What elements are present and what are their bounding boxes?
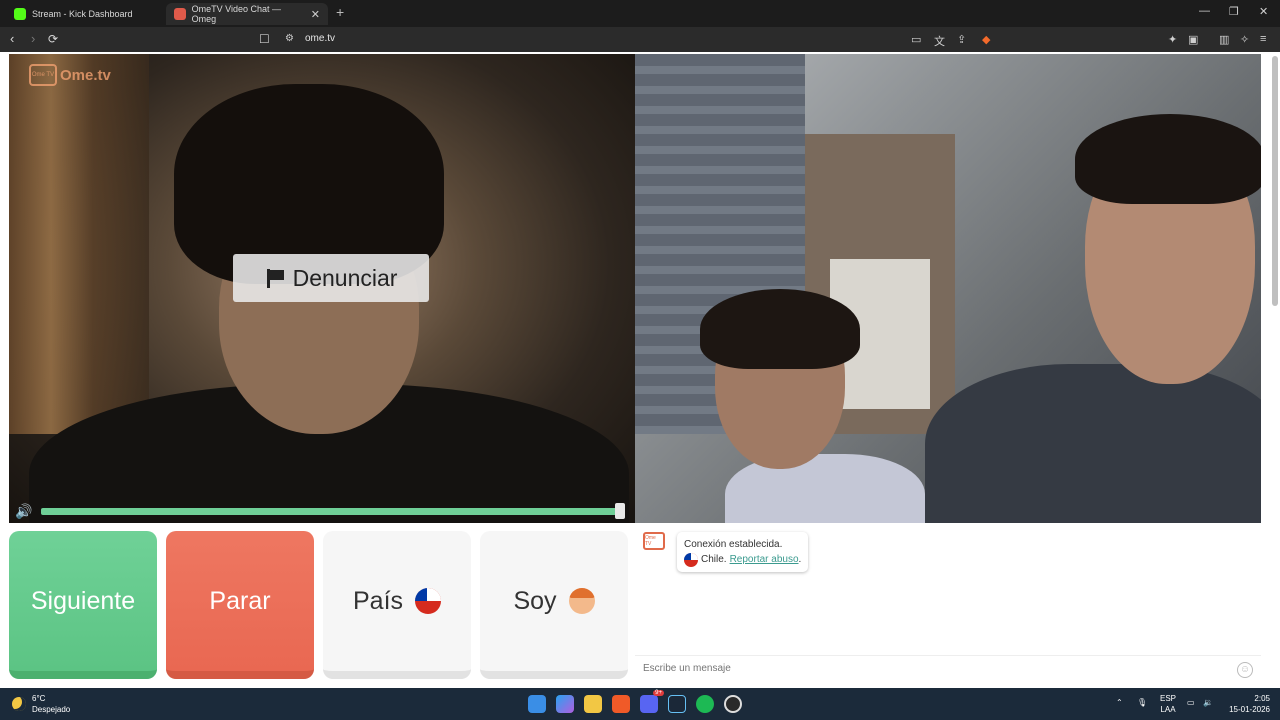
spotify-icon[interactable] xyxy=(696,695,714,713)
weather-widget[interactable]: 6°C Despejado xyxy=(12,693,70,715)
gender-button[interactable]: Soy xyxy=(480,531,628,679)
lang-top: ESP xyxy=(1160,694,1177,703)
cast-icon[interactable]: ▭ xyxy=(911,33,921,46)
file-explorer-icon[interactable] xyxy=(584,695,602,713)
ometv-logo-text: Ome.tv xyxy=(60,66,111,84)
new-tab-icon[interactable]: + xyxy=(336,4,344,20)
clock-time: 2:05 xyxy=(1254,694,1270,703)
volume-slider-handle[interactable] xyxy=(615,503,625,519)
volume-control: 🔊 xyxy=(9,501,635,523)
url-field[interactable]: ome.tv xyxy=(305,33,335,44)
minimize-icon[interactable]: — xyxy=(1199,5,1210,17)
message-composer: ☺ xyxy=(635,655,1261,685)
volume-tray-icon[interactable]: 🔉 xyxy=(1203,697,1213,708)
tray-overflow-icon[interactable]: ⌃ xyxy=(1116,697,1123,708)
gender-button-label: Soy xyxy=(513,586,557,615)
volume-slider[interactable] xyxy=(41,508,623,515)
remote-person2-shirt xyxy=(925,364,1261,523)
network-icon[interactable]: ▭ xyxy=(1187,697,1195,708)
country-button-label: País xyxy=(352,586,404,615)
next-button[interactable]: Siguiente xyxy=(9,531,157,679)
forward-icon[interactable]: › xyxy=(31,31,35,46)
report-abuse-suffix: . xyxy=(798,554,802,565)
weather-desc: Despejado xyxy=(32,705,71,714)
clock-date: 15-01-2026 xyxy=(1229,705,1270,714)
report-button[interactable]: Denunciar xyxy=(233,254,429,302)
next-button-label: Siguiente xyxy=(30,586,136,615)
ometv-chat-logo-icon: Ome TV xyxy=(643,532,665,550)
tab-ometv[interactable]: OmeTV Video Chat — Omeg ✕ xyxy=(166,3,328,25)
wallet-icon[interactable]: ▣ xyxy=(1188,33,1198,46)
weather-temp: 6°C xyxy=(32,694,46,703)
stop-button-label: Parar xyxy=(209,586,271,615)
boy-emoji-icon xyxy=(568,588,595,614)
tab-label: OmeTV Video Chat — Omeg xyxy=(191,4,282,24)
language-indicator[interactable]: ESP LAA xyxy=(1160,693,1176,715)
remote-person2-hair xyxy=(1075,114,1261,204)
maximize-icon[interactable]: ❐ xyxy=(1229,5,1239,18)
clock[interactable]: 2:05 15-01-2026 xyxy=(1226,693,1270,715)
brave-shield-icon[interactable]: ◆ xyxy=(982,33,990,46)
steam-icon[interactable] xyxy=(668,695,686,713)
country-button[interactable]: País xyxy=(323,531,471,679)
system-message: Conexión establecida. Chile. Reportar ab… xyxy=(677,532,809,572)
extensions-icon[interactable]: ✦ xyxy=(1168,33,1177,46)
taskbar-apps: 9+ xyxy=(528,690,742,713)
kick-icon xyxy=(14,8,26,20)
ometv-page: Ome TV Ome.tv Denunciar 🔊 Siguiente Para… xyxy=(0,52,1280,688)
chile-flag-icon xyxy=(415,588,442,614)
discord-badge: 9+ xyxy=(653,690,664,696)
report-label: Denunciar xyxy=(292,264,398,291)
menu-icon[interactable]: ≡ xyxy=(1260,33,1266,45)
chat-panel: Ome TV Conexión establecida. Chile. Repo… xyxy=(635,524,1261,688)
close-window-icon[interactable]: ✕ xyxy=(1259,5,1268,18)
translate-icon[interactable]: 文 xyxy=(934,33,945,49)
site-info-icon[interactable]: ⚙ xyxy=(285,33,294,44)
tab-label: Stream - Kick Dashboard xyxy=(32,9,133,19)
address-bar: ‹ › ⟳ ☐ ⚙ ome.tv ▭ 文 ⇪ ◆ ✦ ▣ ▥ ✧ ≡ xyxy=(0,27,1280,52)
ometv-logo: Ome TV Ome.tv xyxy=(29,64,111,86)
ometv-logo-icon: Ome TV xyxy=(29,64,57,86)
partner-country-line: Chile. Reportar abuso. xyxy=(684,552,801,567)
partner-country: Chile. xyxy=(701,554,727,565)
share-icon[interactable]: ⇪ xyxy=(957,33,966,46)
back-icon[interactable]: ‹ xyxy=(10,31,14,46)
local-video-wall xyxy=(9,54,149,434)
stop-button[interactable]: Parar xyxy=(166,531,314,679)
page-scrollbar[interactable] xyxy=(1272,56,1278,306)
obs-icon[interactable] xyxy=(724,695,742,713)
message-input[interactable] xyxy=(643,663,1223,674)
windows-taskbar: 6°C Despejado 9+ ⌃ 🎙 ESP LAA ▭ 🔉 2:05 15… xyxy=(0,688,1280,720)
sidebar-icon[interactable]: ▥ xyxy=(1219,33,1229,46)
local-video: Ome TV Ome.tv Denunciar xyxy=(9,54,635,523)
flag-icon xyxy=(265,268,285,288)
lang-bottom: LAA xyxy=(1160,705,1176,714)
reload-icon[interactable]: ⟳ xyxy=(48,32,58,46)
close-tab-icon[interactable]: ✕ xyxy=(311,8,320,21)
remote-person1-shirt xyxy=(725,454,925,523)
connection-status: Conexión establecida. xyxy=(684,539,783,550)
report-abuse-link[interactable]: Reportar abuso xyxy=(730,554,799,565)
start-icon[interactable] xyxy=(528,695,546,713)
emoji-icon[interactable]: ☺ xyxy=(1237,662,1253,678)
ometv-icon xyxy=(174,8,186,20)
remote-video xyxy=(635,54,1261,523)
leo-ai-icon[interactable]: ✧ xyxy=(1240,33,1249,46)
moon-icon xyxy=(12,697,26,711)
microphone-icon[interactable]: 🎙 xyxy=(1137,697,1147,708)
tab-kick-dashboard[interactable]: Stream - Kick Dashboard xyxy=(6,3,160,25)
speaker-icon[interactable]: 🔊 xyxy=(15,503,32,520)
brave-icon[interactable] xyxy=(612,695,630,713)
remote-person1-hair xyxy=(700,289,860,369)
discord-icon[interactable]: 9+ xyxy=(640,690,664,713)
bookmark-icon[interactable]: ☐ xyxy=(259,32,270,46)
chat-controls: Siguiente Parar País Soy xyxy=(9,531,628,681)
chile-flag-icon xyxy=(684,552,698,567)
copilot-icon[interactable] xyxy=(556,695,574,713)
browser-tab-bar: Stream - Kick Dashboard OmeTV Video Chat… xyxy=(0,0,1280,27)
